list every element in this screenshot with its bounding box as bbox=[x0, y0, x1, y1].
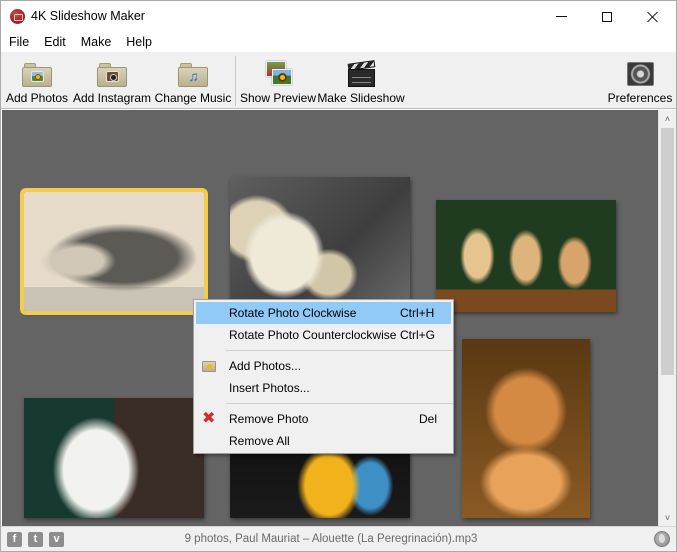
photo-thumbnail-kitten[interactable] bbox=[462, 339, 590, 518]
menu-item-label: Insert Photos... bbox=[229, 381, 310, 395]
maximize-icon bbox=[602, 11, 612, 22]
globe-icon[interactable] bbox=[654, 531, 670, 547]
menu-help[interactable]: Help bbox=[118, 32, 159, 52]
minimize-icon bbox=[555, 16, 567, 17]
menu-item-label: Remove All bbox=[229, 434, 290, 448]
photo-thumbnail-polar-bears[interactable] bbox=[230, 177, 410, 307]
toolbar: Add Photos Add Instagram ♫ Change Music … bbox=[1, 52, 676, 109]
add-photos-folder-icon bbox=[202, 361, 216, 372]
menu-file[interactable]: File bbox=[1, 32, 36, 52]
menu-item-rotate-clockwise[interactable]: Rotate Photo Clockwise Ctrl+H bbox=[196, 302, 451, 324]
toolbar-separator bbox=[235, 56, 236, 106]
chevron-down-icon: ˅ bbox=[664, 512, 671, 523]
show-preview-label: Show Preview bbox=[239, 91, 317, 105]
scroll-up-button[interactable]: ˄ bbox=[659, 110, 676, 127]
add-photos-button[interactable]: Add Photos bbox=[5, 52, 69, 109]
app-window: 4K Slideshow Maker File Edit Make Help A… bbox=[0, 0, 677, 552]
menu-item-add-photos[interactable]: Add Photos... bbox=[196, 355, 451, 377]
status-bar: f t v 9 photos, Paul Mauriat – Alouette … bbox=[1, 526, 676, 551]
menu-item-label: Add Photos... bbox=[229, 359, 302, 373]
preferences-label: Preferences bbox=[607, 91, 673, 105]
menu-item-remove-all[interactable]: Remove All bbox=[196, 430, 451, 452]
menu-item-shortcut: Ctrl+G bbox=[400, 328, 436, 342]
close-icon bbox=[647, 11, 659, 23]
chevron-up-icon: ˄ bbox=[664, 113, 671, 124]
photo-thumbnail-cat-selected[interactable] bbox=[20, 188, 208, 315]
make-slideshow-button[interactable]: Make Slideshow bbox=[317, 52, 405, 109]
menu-edit[interactable]: Edit bbox=[36, 32, 73, 52]
close-button[interactable] bbox=[630, 1, 676, 32]
menu-item-label: Remove Photo bbox=[229, 412, 309, 426]
change-music-button[interactable]: ♫ Change Music bbox=[155, 52, 231, 109]
add-instagram-button[interactable]: Add Instagram bbox=[72, 52, 152, 109]
scroll-down-button[interactable]: ˅ bbox=[659, 509, 676, 526]
add-instagram-label: Add Instagram bbox=[72, 91, 152, 105]
status-text: 9 photos, Paul Mauriat – Alouette (La Pe… bbox=[184, 533, 478, 545]
menu-item-rotate-counterclockwise[interactable]: Rotate Photo Counterclockwise Ctrl+G bbox=[196, 324, 451, 346]
clapperboard-icon bbox=[345, 58, 377, 88]
make-slideshow-label: Make Slideshow bbox=[317, 91, 405, 105]
photo-thumbnail-samoyed[interactable] bbox=[24, 398, 204, 518]
menu-make[interactable]: Make bbox=[73, 32, 119, 52]
folder-instagram-icon bbox=[96, 58, 128, 88]
menu-item-label: Rotate Photo Clockwise bbox=[229, 306, 357, 320]
folder-photo-icon bbox=[21, 58, 53, 88]
maximize-button[interactable] bbox=[584, 1, 630, 32]
preferences-button[interactable]: Preferences bbox=[607, 52, 673, 109]
window-title: 4K Slideshow Maker bbox=[31, 9, 145, 23]
minimize-button[interactable] bbox=[538, 1, 584, 32]
red-x-icon: ✖ bbox=[202, 410, 216, 427]
menu-item-remove-photo[interactable]: ✖ Remove Photo Del bbox=[196, 408, 451, 430]
context-menu: Rotate Photo Clockwise Ctrl+H Rotate Pho… bbox=[193, 299, 454, 454]
folder-music-icon: ♫ bbox=[177, 58, 209, 88]
preview-icon bbox=[262, 58, 294, 88]
add-photos-label: Add Photos bbox=[5, 91, 69, 105]
vertical-scrollbar[interactable]: ˄ ˅ bbox=[658, 110, 676, 526]
scrollbar-thumb[interactable] bbox=[661, 128, 674, 375]
menu-separator bbox=[226, 403, 453, 404]
menu-bar: File Edit Make Help bbox=[1, 32, 676, 52]
title-bar: 4K Slideshow Maker bbox=[1, 1, 676, 32]
menu-item-shortcut: Ctrl+H bbox=[400, 306, 435, 320]
menu-separator bbox=[226, 350, 453, 351]
menu-item-insert-photos[interactable]: Insert Photos... bbox=[196, 377, 451, 399]
photo-thumbnail-puppies[interactable] bbox=[436, 200, 616, 312]
preferences-gear-icon bbox=[624, 58, 656, 88]
show-preview-button[interactable]: Show Preview bbox=[239, 52, 317, 109]
menu-item-label: Rotate Photo Counterclockwise bbox=[229, 328, 397, 342]
app-logo-icon bbox=[10, 9, 25, 24]
change-music-label: Change Music bbox=[154, 91, 232, 105]
menu-item-shortcut: Del bbox=[419, 412, 438, 426]
